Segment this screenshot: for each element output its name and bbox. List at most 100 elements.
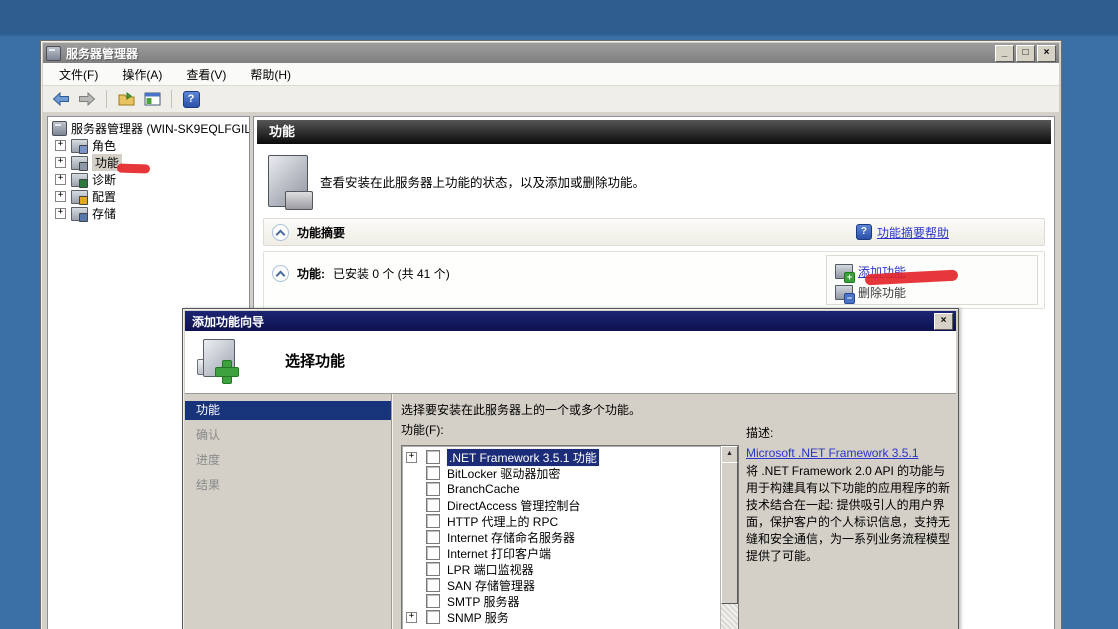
forward-icon[interactable] [77,89,97,109]
feature-row[interactable]: BitLocker 驱动器加密 [402,465,738,481]
feature-label[interactable]: Internet 存储命名服务器 [447,529,575,546]
feature-checkbox[interactable] [426,578,440,592]
dialog-content: 选择要安装在此服务器上的一个或多个功能。 功能(F): 描述: + .NET F… [393,394,956,629]
dialog-title: 添加功能向导 [192,313,934,330]
feature-row[interactable]: + .NET Framework 3.5.1 功能 [402,449,738,465]
feature-list-label: 功能(F): [401,421,444,438]
tree-item-roles[interactable]: + 角色 [48,137,249,154]
dialog-heading: 选择功能 [285,331,345,393]
feature-row[interactable]: + SNMP 服务 [402,609,738,625]
features-toolbox-icon [268,155,308,207]
feature-checkbox[interactable] [426,498,440,512]
instruction-text: 选择要安装在此服务器上的一个或多个功能。 [401,401,641,418]
storage-icon [71,207,88,221]
remove-features-icon [835,285,853,300]
server-manager-icon [52,121,67,136]
feature-row[interactable]: Internet 存储命名服务器 [402,529,738,545]
dialog-titlebar[interactable]: 添加功能向导 × [185,311,956,331]
expand-icon[interactable]: + [55,191,66,202]
feature-label[interactable]: SMTP 服务器 [447,593,519,610]
feature-checkbox[interactable] [426,562,440,576]
expand-icon[interactable]: + [55,174,66,185]
feature-label[interactable]: HTTP 代理上的 RPC [447,513,558,530]
feature-row[interactable]: SAN 存储管理器 [402,577,738,593]
wizard-steps: 功能 确认 进度 结果 [185,394,391,629]
feature-row[interactable]: BranchCache [402,481,738,497]
feature-label[interactable]: SNMP 服务 [447,609,509,626]
summary-row-value: 已安装 0 个 (共 41 个) [333,265,450,282]
add-features-wizard-dialog: 添加功能向导 × 选择功能 功能 确认 进度 结果 选择要安装在此服务器上的一个… [182,308,959,629]
expand-icon[interactable]: + [406,452,417,463]
feature-row[interactable]: LPR 端口监视器 [402,561,738,577]
scrollbar-thumb[interactable] [721,462,738,604]
summary-title: 功能摘要 [297,224,345,241]
feature-row[interactable]: SMTP 服务器 [402,593,738,609]
feature-label[interactable]: DirectAccess 管理控制台 [447,497,580,514]
feature-row[interactable]: Internet 打印客户端 [402,545,738,561]
maximize-button[interactable]: □ [1016,45,1035,62]
feature-checkbox[interactable] [426,530,440,544]
features-summary-header: 功能摘要 ? 功能摘要帮助 [263,218,1045,246]
features-icon [71,156,88,170]
feature-checkbox[interactable] [426,482,440,496]
expand-icon[interactable]: + [406,612,417,623]
feature-label[interactable]: Internet 打印客户端 [447,545,551,562]
scrollbar[interactable]: ▲ [720,446,738,629]
expand-icon[interactable]: + [55,140,66,151]
tree-root-server-manager[interactable]: 服务器管理器 (WIN-SK9EQLFGIL [48,120,249,137]
step-features[interactable]: 功能 [185,401,391,420]
collapse-icon[interactable] [272,224,289,241]
feature-label[interactable]: BitLocker 驱动器加密 [447,465,560,482]
minimize-button[interactable]: _ [995,45,1014,62]
feature-label[interactable]: .NET Framework 3.5.1 功能 [447,449,599,466]
menu-view[interactable]: 查看(V) [176,63,236,86]
dialog-header: 选择功能 [185,331,956,393]
framework-description-link[interactable]: Microsoft .NET Framework 3.5.1 [746,445,919,462]
feature-checkbox[interactable] [426,514,440,528]
console-window-icon[interactable] [142,89,162,109]
menu-help[interactable]: 帮助(H) [240,63,301,86]
menu-action[interactable]: 操作(A) [112,63,172,86]
expand-icon[interactable]: + [55,157,66,168]
tree-item-label: 角色 [92,137,116,154]
configuration-icon [71,190,88,204]
feature-row[interactable]: DirectAccess 管理控制台 [402,497,738,513]
feature-checkbox[interactable] [426,594,440,608]
help-icon[interactable]: ? [181,89,201,109]
tree-root-label: 服务器管理器 (WIN-SK9EQLFGIL [71,120,250,137]
summary-help-link[interactable]: 功能摘要帮助 [877,224,949,241]
step-progress[interactable]: 进度 [185,451,391,470]
server-manager-icon [46,46,61,61]
remove-features-action[interactable]: 删除功能 [835,282,1037,303]
feature-listbox[interactable]: + .NET Framework 3.5.1 功能 BitLocker 驱动器加… [401,445,739,629]
step-results[interactable]: 结果 [185,476,391,495]
annotation-stroke-features [117,164,150,174]
feature-label[interactable]: SAN 存储管理器 [447,577,535,594]
features-intro-text: 查看安装在此服务器上功能的状态，以及添加或删除功能。 [320,172,645,191]
menu-file[interactable]: 文件(F) [49,63,108,86]
diagnostics-icon [71,173,88,187]
expand-icon[interactable]: + [55,208,66,219]
description-label: 描述: [746,424,773,441]
collapse-icon[interactable] [272,265,289,282]
toolbar-separator [106,90,107,108]
close-button[interactable]: × [1037,45,1056,62]
tree-item-diagnostics[interactable]: + 诊断 [48,171,249,188]
feature-checkbox[interactable] [426,450,440,464]
tree-item-label: 存储 [92,205,116,222]
feature-checkbox[interactable] [426,546,440,560]
window-titlebar[interactable]: 服务器管理器 _ □ × [43,43,1059,63]
step-confirmation[interactable]: 确认 [185,426,391,445]
tree-item-storage[interactable]: + 存储 [48,205,249,222]
feature-checkbox[interactable] [426,610,440,624]
feature-label[interactable]: LPR 端口监视器 [447,561,534,578]
feature-label[interactable]: BranchCache [447,482,520,496]
remove-features-link[interactable]: 删除功能 [858,284,906,301]
back-icon[interactable] [51,89,71,109]
dialog-close-button[interactable]: × [934,313,953,330]
tree-item-configuration[interactable]: + 配置 [48,188,249,205]
open-folder-icon[interactable] [116,89,136,109]
feature-row[interactable]: HTTP 代理上的 RPC [402,513,738,529]
feature-checkbox[interactable] [426,466,440,480]
tree-item-label: 诊断 [92,171,116,188]
